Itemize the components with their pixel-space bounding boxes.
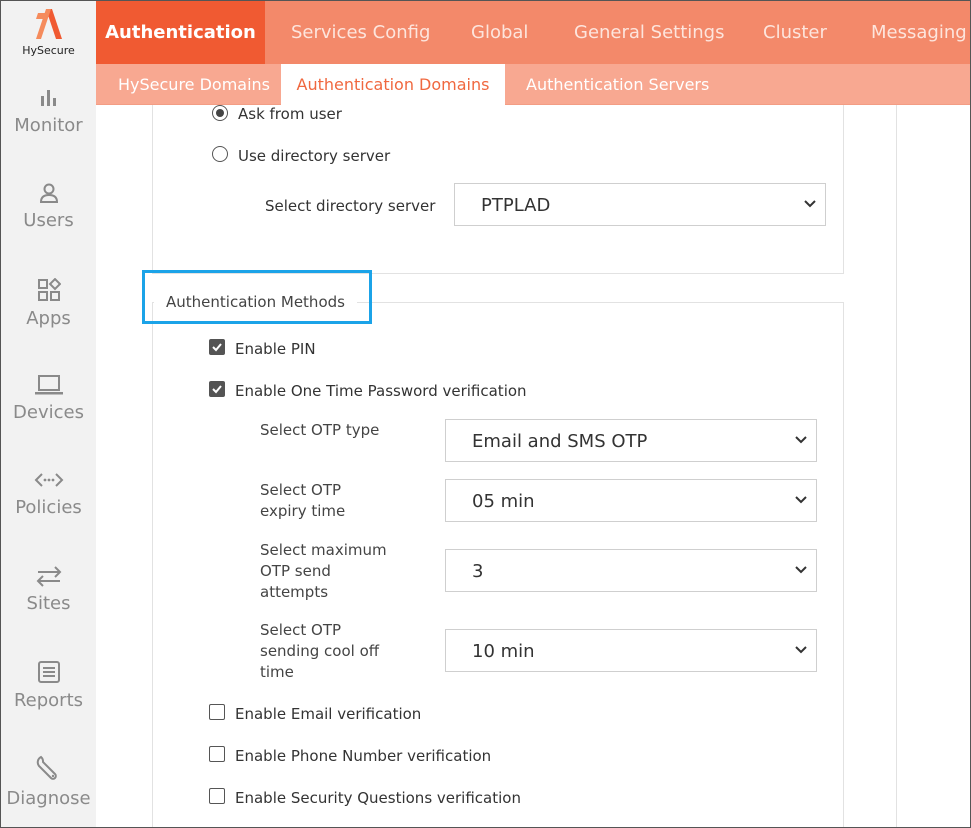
otp-max-attempts-label: Select maximum OTP send attempts: [260, 541, 387, 601]
logo: HySecure: [1, 1, 96, 64]
enable-phone-checkbox[interactable]: [209, 746, 225, 762]
ask-from-user-radio[interactable]: [212, 105, 228, 121]
top-tab-bar: Authentication Services Config Global Ge…: [96, 1, 970, 64]
tab-cluster[interactable]: Cluster: [763, 1, 827, 64]
otp-expiry-value: 05 min: [472, 491, 535, 512]
sidebar-item-label: Users: [23, 210, 74, 231]
enable-security-questions-checkbox[interactable]: [209, 788, 225, 804]
sub-tab-bar: HySecure Domains Authentication Domains …: [96, 64, 970, 106]
tab-messaging[interactable]: Messaging: [871, 1, 967, 64]
document-icon: [37, 661, 60, 683]
otp-type-select[interactable]: Email and SMS OTP: [445, 419, 817, 462]
sidebar-item-label: Devices: [13, 402, 84, 423]
sidebar-item-diagnose[interactable]: Diagnose: [1, 754, 96, 809]
chevron-down-icon: [795, 496, 807, 504]
swap-arrows-icon: [36, 566, 61, 587]
laptop-icon: [34, 375, 63, 395]
otp-expiry-label: Select OTP expiry time: [260, 481, 346, 520]
tab-global[interactable]: Global: [471, 1, 528, 64]
wrench-icon: [36, 755, 57, 780]
sidebar-item-monitor[interactable]: Monitor: [1, 87, 96, 136]
sidebar-item-users[interactable]: Users: [1, 182, 96, 231]
apps-icon: [37, 278, 61, 301]
otp-expiry-select[interactable]: 05 min: [445, 479, 817, 522]
chevron-down-icon: [795, 566, 807, 574]
otp-cooloff-select[interactable]: 10 min: [445, 629, 817, 672]
user-icon: [39, 183, 58, 203]
enable-email-checkbox[interactable]: [209, 704, 225, 720]
subtab-authentication-domains[interactable]: Authentication Domains: [281, 64, 505, 106]
enable-email-label: Enable Email verification: [235, 705, 422, 723]
otp-max-attempts-value: 3: [472, 561, 484, 582]
tab-services-config[interactable]: Services Config: [291, 1, 430, 64]
enable-otp-label: Enable One Time Password verification: [235, 382, 527, 400]
enable-pin-checkbox[interactable]: [209, 339, 225, 355]
otp-cooloff-label: Select OTP sending cool off time: [260, 621, 380, 681]
logo-text: HySecure: [22, 44, 75, 57]
directory-server-value: PTPLAD: [481, 195, 551, 216]
use-directory-server-label: Use directory server: [238, 147, 391, 165]
otp-type-value: Email and SMS OTP: [472, 431, 648, 452]
tab-general-settings[interactable]: General Settings: [574, 1, 725, 64]
enable-otp-checkbox[interactable]: [209, 381, 225, 397]
code-arrows-icon: [34, 473, 63, 487]
checkmark-icon: [212, 343, 222, 352]
subtab-hysecure-domains[interactable]: HySecure Domains: [118, 64, 270, 105]
sidebar-item-label: Reports: [13, 690, 84, 711]
sidebar-item-policies[interactable]: Policies: [1, 469, 96, 518]
sidebar-item-label: Diagnose: [6, 788, 91, 809]
select-directory-server-label: Select directory server: [265, 197, 436, 215]
subtab-authentication-servers[interactable]: Authentication Servers: [526, 64, 709, 105]
use-directory-server-radio[interactable]: [212, 146, 228, 162]
otp-cooloff-value: 10 min: [472, 641, 535, 662]
sidebar: HySecure Monitor Users Apps Devices Poli…: [1, 1, 96, 827]
sidebar-item-sites[interactable]: Sites: [1, 565, 96, 614]
ask-from-user-label: Ask from user: [238, 105, 342, 123]
hysecure-logo-icon: [36, 9, 62, 39]
chevron-down-icon: [795, 436, 807, 444]
sidebar-item-devices[interactable]: Devices: [1, 374, 96, 423]
otp-max-attempts-select[interactable]: 3: [445, 549, 817, 592]
sidebar-item-label: Sites: [26, 593, 71, 614]
otp-type-label: Select OTP type: [260, 421, 380, 439]
bar-chart-icon: [40, 90, 56, 106]
highlight-box: [142, 270, 372, 324]
enable-pin-label: Enable PIN: [235, 340, 316, 358]
chevron-down-icon: [795, 646, 807, 654]
enable-security-questions-label: Enable Security Questions verification: [235, 789, 521, 807]
sidebar-item-reports[interactable]: Reports: [1, 660, 96, 711]
divider: [896, 105, 897, 827]
sidebar-item-label: Monitor: [14, 115, 83, 136]
tab-authentication[interactable]: Authentication: [96, 1, 265, 64]
directory-server-select[interactable]: PTPLAD: [454, 183, 826, 226]
sidebar-item-label: Apps: [26, 308, 71, 329]
checkmark-icon: [212, 385, 222, 394]
chevron-down-icon: [804, 200, 816, 208]
enable-phone-label: Enable Phone Number verification: [235, 747, 492, 765]
sidebar-item-label: Policies: [15, 497, 82, 518]
sidebar-item-apps[interactable]: Apps: [1, 278, 96, 329]
